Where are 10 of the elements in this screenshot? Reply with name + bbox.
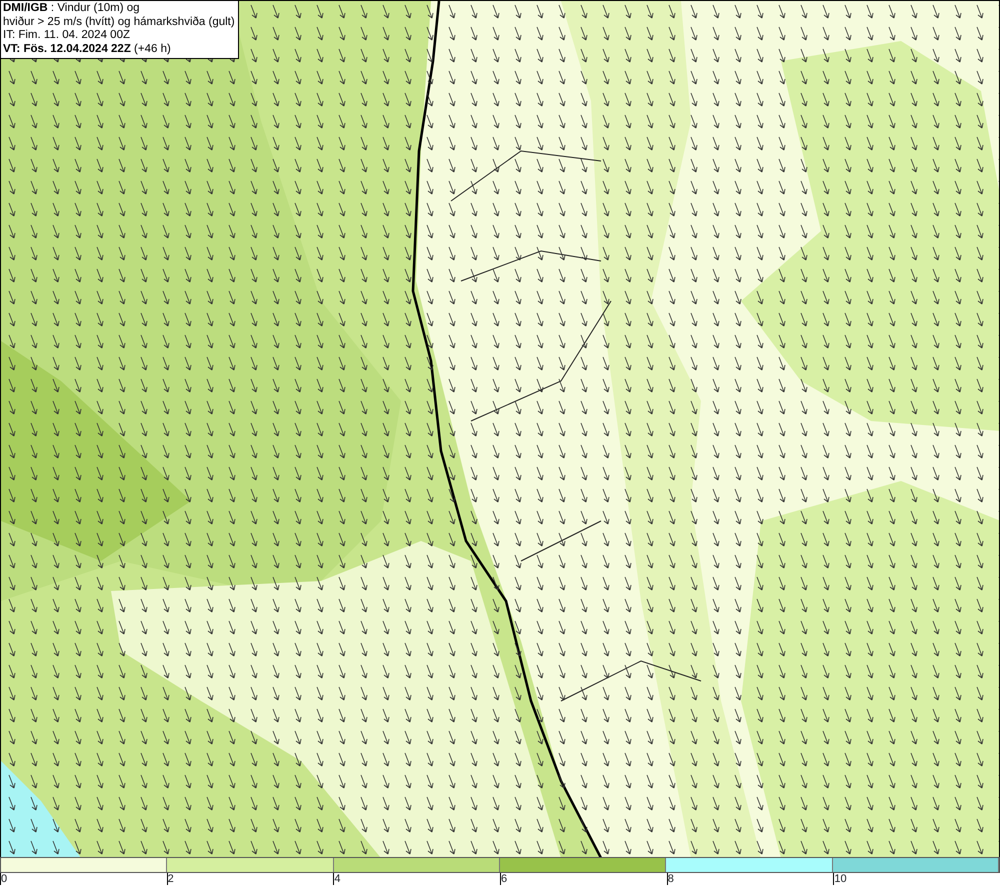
title-line: VT: Fös. 12.04.2024 22Z (+46 h) <box>3 42 171 56</box>
tick-label: 6 <box>500 873 508 885</box>
tick-label: 10 <box>833 873 847 885</box>
tick-label: 8 <box>666 873 674 885</box>
title-line: DMI/IGB : Vindur (10m) og <box>3 2 140 16</box>
tick-label: 4 <box>333 873 340 885</box>
title-line: IT: Fim. 11. 04. 2024 00Z <box>3 29 130 42</box>
tick-label: 2 <box>166 873 174 885</box>
tick-label: 0 <box>0 873 8 885</box>
title-line: hviður > 25 m/s (hvítt) og hámarkshviða (gult) <box>3 16 235 29</box>
